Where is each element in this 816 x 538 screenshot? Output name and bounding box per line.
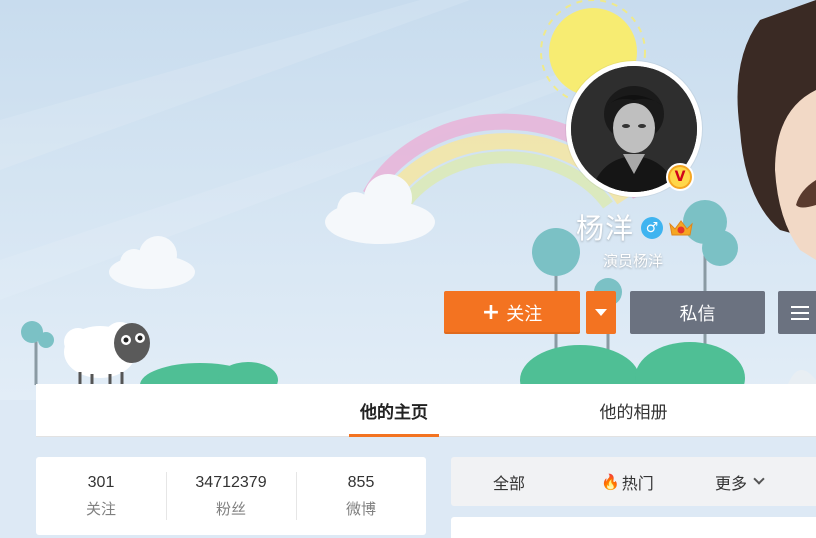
follow-button[interactable]: + 关注 <box>444 291 580 334</box>
stat-label: 微博 <box>345 499 376 518</box>
v-badge-icon: V <box>666 163 694 191</box>
stat-label: 关注 <box>85 499 116 518</box>
tab-home[interactable]: 他的主页 <box>349 384 439 437</box>
stat-value: 301 <box>87 473 115 491</box>
filter-more-label: 更多 <box>715 473 748 493</box>
filter-hot[interactable]: 🔥 热门 <box>601 457 654 506</box>
feed-filter-bar: 全部 🔥 热门 更多 <box>451 457 816 506</box>
stat-value: 855 <box>347 473 375 491</box>
plus-icon: + <box>481 300 501 325</box>
stat-following[interactable]: 301 关注 <box>36 457 166 535</box>
tab-album[interactable]: 他的相册 <box>586 384 681 437</box>
stats-card: 301 关注 34712379 粉丝 855 微博 <box>36 457 426 535</box>
chevron-down-icon <box>753 473 765 485</box>
more-menu-button[interactable] <box>778 291 816 334</box>
verified-title: 演员杨洋 <box>603 252 664 270</box>
profile-tabs: 他的主页 他的相册 <box>36 384 816 437</box>
stat-posts[interactable]: 855 微博 <box>296 457 426 535</box>
hamburger-menu-icon <box>791 305 809 320</box>
message-button[interactable]: 私信 <box>630 291 765 334</box>
stat-followers[interactable]: 34712379 粉丝 <box>166 457 296 535</box>
male-icon: ♂ <box>641 217 663 239</box>
vip-crown-icon[interactable] <box>668 218 694 238</box>
follow-dropdown-button[interactable] <box>586 291 616 334</box>
message-label: 私信 <box>679 303 716 325</box>
sheep-illustration <box>64 322 150 384</box>
stat-label: 粉丝 <box>215 499 246 518</box>
filter-hot-label: 热门 <box>621 473 654 493</box>
stat-value: 34712379 <box>195 473 267 491</box>
feed-card <box>451 517 816 538</box>
profile-cover: V 杨洋 ♂ 演员杨洋 + 关注 私信 <box>0 0 816 400</box>
cover-illustration <box>0 0 816 400</box>
cover-photo-person <box>737 0 816 400</box>
filter-all[interactable]: 全部 <box>493 457 525 506</box>
caret-down-icon <box>595 309 607 316</box>
profile-name: 杨洋 <box>576 212 635 245</box>
filter-more[interactable]: 更多 <box>715 457 765 506</box>
flame-icon: 🔥 <box>601 472 620 491</box>
follow-label: 关注 <box>506 303 543 325</box>
